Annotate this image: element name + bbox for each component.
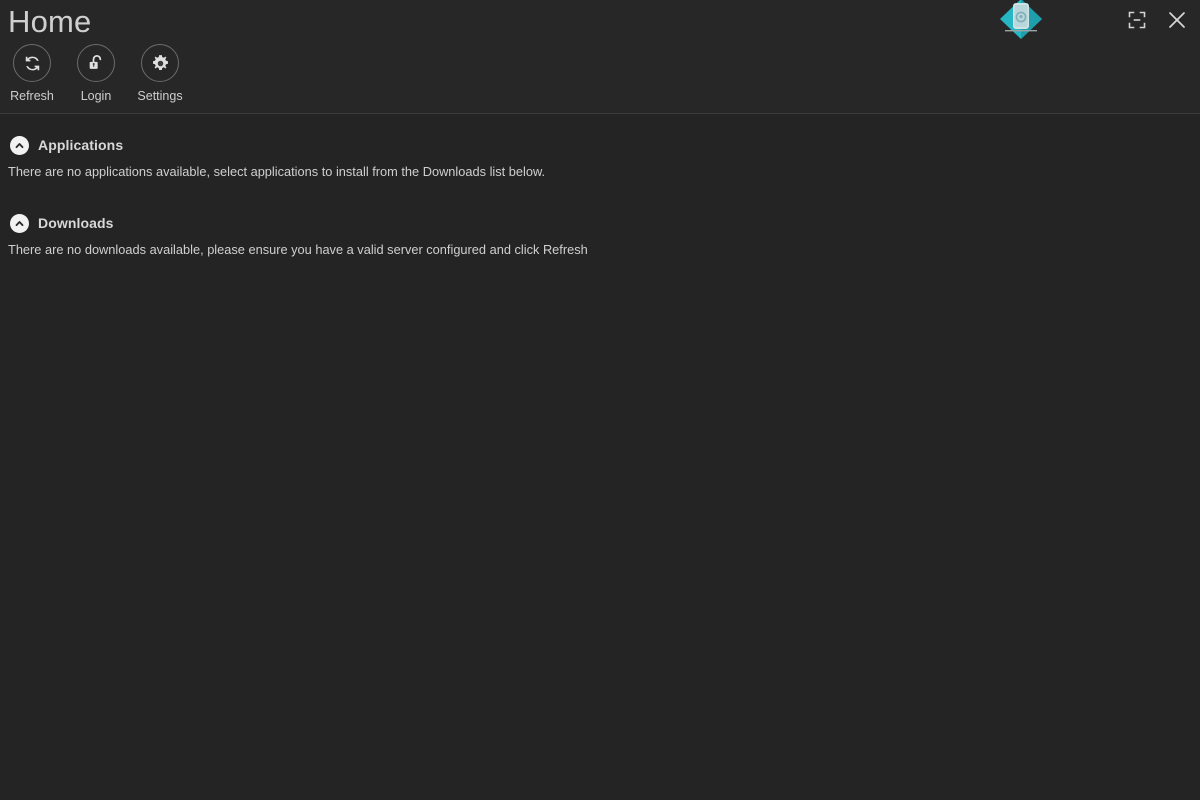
login-button-label: Login (81, 89, 112, 103)
chevron-up-circle-icon[interactable] (10, 136, 29, 155)
chevron-up-circle-icon[interactable] (10, 214, 29, 233)
applications-section: Applications There are no applications a… (0, 132, 1200, 180)
settings-button-label: Settings (137, 89, 182, 103)
applications-section-title: Applications (38, 137, 123, 153)
applications-section-header[interactable]: Applications (0, 132, 1200, 158)
gear-icon (141, 44, 179, 82)
toolbar: Refresh Login Settings (0, 44, 192, 103)
applications-empty-message: There are no applications available, sel… (0, 164, 1200, 180)
login-button[interactable]: Login (64, 44, 128, 103)
app-diamond-logo (1000, 0, 1042, 40)
maximize-button[interactable] (1122, 6, 1152, 34)
downloads-empty-message: There are no downloads available, please… (0, 242, 1200, 258)
close-button[interactable] (1162, 6, 1192, 34)
unlocked-padlock-icon (77, 44, 115, 82)
refresh-button-label: Refresh (10, 89, 54, 103)
downloads-section: Downloads There are no downloads availab… (0, 210, 1200, 258)
window-controls (1122, 6, 1192, 34)
settings-button[interactable]: Settings (128, 44, 192, 103)
downloads-section-header[interactable]: Downloads (0, 210, 1200, 236)
refresh-button[interactable]: Refresh (0, 44, 64, 103)
page-title: Home (8, 2, 92, 42)
refresh-sync-icon (13, 44, 51, 82)
content-area: Applications There are no applications a… (0, 132, 1200, 258)
title-bar: Home (0, 0, 1200, 114)
downloads-section-title: Downloads (38, 215, 114, 231)
